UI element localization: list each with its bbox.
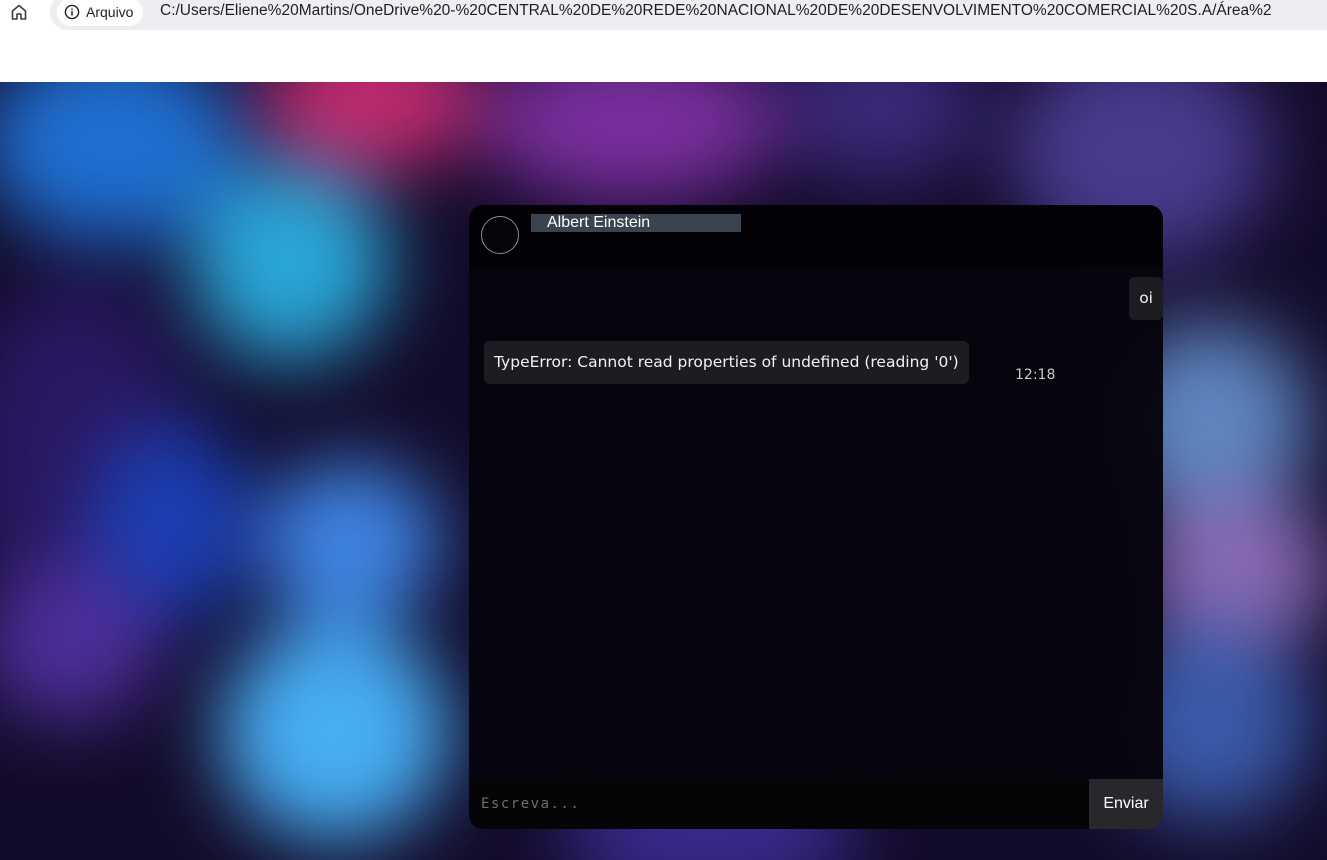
contact-avatar: [481, 216, 519, 254]
message-composer: Enviar: [469, 779, 1163, 829]
chat-window: Albert Einstein oi TypeError: Cannot rea…: [469, 205, 1163, 829]
chat-header: Albert Einstein: [469, 205, 1163, 267]
incoming-message: TypeError: Cannot read properties of und…: [484, 341, 969, 384]
browser-toolbar: Arquivo C:/Users/Eliene%20Martins/OneDri…: [0, 0, 1327, 82]
message-timestamp: 12:18: [1015, 367, 1056, 383]
url-text[interactable]: C:/Users/Eliene%20Martins/OneDrive%20-%2…: [160, 2, 1272, 20]
address-bar[interactable]: Arquivo C:/Users/Eliene%20Martins/OneDri…: [50, 0, 1327, 30]
home-icon: [11, 4, 27, 20]
outgoing-message: oi: [1129, 277, 1163, 320]
send-button[interactable]: Enviar: [1089, 779, 1163, 829]
home-button[interactable]: [6, 0, 32, 24]
page-viewport: Albert Einstein oi TypeError: Cannot rea…: [0, 82, 1327, 860]
site-info-chip[interactable]: Arquivo: [57, 0, 144, 26]
contact-name: Albert Einstein: [531, 214, 741, 232]
info-icon: [64, 4, 80, 20]
message-input[interactable]: [469, 779, 1089, 829]
site-info-label: Arquivo: [86, 4, 134, 20]
message-list: oi TypeError: Cannot read properties of …: [469, 267, 1163, 779]
